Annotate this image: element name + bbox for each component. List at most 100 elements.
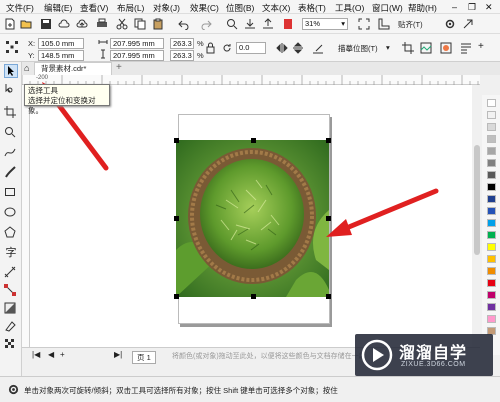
color-swatch[interactable] — [487, 135, 496, 143]
menu-table[interactable]: 表格(T) — [298, 2, 326, 14]
color-swatch[interactable] — [487, 195, 496, 203]
color-swatch[interactable] — [487, 279, 496, 287]
rulers-icon[interactable] — [378, 18, 390, 30]
import-icon[interactable] — [244, 18, 256, 30]
wrap-text-icon[interactable] — [460, 42, 472, 54]
resample-icon[interactable] — [420, 42, 432, 54]
document-tab[interactable]: 背景素材.cdr* — [34, 62, 112, 75]
rotation-angle-field[interactable]: 0.0 — [236, 42, 266, 54]
color-swatch[interactable] — [487, 267, 496, 275]
print-icon[interactable] — [96, 18, 108, 30]
publish-pdf-icon[interactable] — [282, 18, 294, 30]
copy-icon[interactable] — [134, 18, 146, 30]
parallel-dimension-tool[interactable] — [4, 266, 18, 280]
color-swatch[interactable] — [487, 315, 496, 323]
selection-handle-tl[interactable] — [174, 138, 179, 143]
color-swatch[interactable] — [487, 303, 496, 311]
cut-icon[interactable] — [116, 18, 128, 30]
color-swatch[interactable] — [487, 183, 496, 191]
open-icon[interactable] — [20, 18, 32, 30]
save-icon[interactable] — [40, 18, 52, 30]
scale-y-field[interactable]: 263.3 — [170, 50, 194, 61]
x-position-field[interactable]: 105.0 mm — [38, 38, 84, 49]
vertical-scrollbar[interactable] — [472, 85, 482, 347]
color-swatch[interactable] — [487, 231, 496, 239]
menu-text[interactable]: 文本(X) — [262, 2, 290, 14]
menu-window[interactable]: 窗口(W) — [372, 2, 403, 14]
tea-basket-image[interactable] — [176, 140, 329, 297]
restore-icon[interactable]: ❐ — [468, 2, 476, 13]
menu-tools[interactable]: 工具(O) — [335, 2, 364, 14]
first-page-icon[interactable]: |◀ — [32, 350, 40, 359]
close-icon[interactable]: ✕ — [485, 2, 493, 13]
redo-icon[interactable] — [200, 18, 212, 30]
menu-file[interactable]: 文件(F) — [6, 2, 34, 14]
artistic-media-tool[interactable] — [4, 166, 18, 180]
color-swatch[interactable] — [487, 243, 496, 251]
scale-x-field[interactable]: 263.3 — [170, 38, 194, 49]
zoom-tool[interactable] — [4, 126, 18, 140]
menu-layout[interactable]: 布局(L) — [117, 2, 144, 14]
color-swatch[interactable] — [487, 159, 496, 167]
full-screen-icon[interactable] — [358, 18, 370, 30]
text-tool[interactable]: 字 — [4, 246, 18, 260]
color-swatch[interactable] — [487, 291, 496, 299]
y-position-field[interactable]: 148.5 mm — [38, 50, 84, 61]
trace-bitmap-button[interactable]: 描摹位图(T) — [338, 43, 378, 54]
menu-help[interactable]: 帮助(H) — [408, 2, 437, 14]
prev-page-icon[interactable]: ◀ — [48, 350, 54, 359]
zoom-select[interactable]: 31% ▾ — [302, 18, 348, 30]
selection-handle-tr[interactable] — [326, 138, 331, 143]
rectangle-tool[interactable] — [4, 186, 18, 200]
new-icon[interactable] — [4, 18, 16, 30]
mirror-vertical-icon[interactable] — [292, 42, 304, 54]
page-tab[interactable]: 页 1 — [132, 351, 156, 364]
vertical-ruler[interactable] — [22, 85, 30, 347]
new-tab-icon[interactable]: + — [116, 62, 122, 73]
object-origin-icon[interactable] — [6, 41, 18, 53]
settings-icon[interactable] — [444, 18, 456, 30]
crop-bitmap-icon[interactable] — [402, 42, 414, 54]
menu-view[interactable]: 查看(V) — [80, 2, 108, 14]
freehand-tool[interactable] — [4, 146, 18, 160]
selection-handle-tc[interactable] — [251, 138, 256, 143]
polygon-tool[interactable] — [4, 226, 18, 240]
shape-tool[interactable] — [4, 82, 18, 96]
selection-handle-bl[interactable] — [174, 294, 179, 299]
color-swatch[interactable] — [487, 219, 496, 227]
home-icon[interactable]: ⌂ — [24, 63, 29, 73]
connector-tool[interactable] — [4, 284, 18, 298]
width-field[interactable]: 207.995 mm — [110, 38, 164, 49]
menu-bitmap[interactable]: 位图(B) — [226, 2, 254, 14]
ellipse-tool[interactable] — [4, 206, 18, 220]
minimize-icon[interactable]: – — [452, 2, 457, 12]
menu-effect[interactable]: 效果(C) — [190, 2, 219, 14]
cloud-icon[interactable] — [58, 18, 70, 30]
paste-icon[interactable] — [152, 18, 164, 30]
edit-bitmap-icon[interactable] — [312, 42, 324, 54]
color-swatch[interactable] — [487, 99, 496, 107]
scrollbar-thumb[interactable] — [474, 145, 480, 255]
launch-icon[interactable] — [462, 18, 474, 30]
selection-handle-br[interactable] — [326, 294, 331, 299]
snap-to-label[interactable]: 贴齐(T) — [398, 19, 423, 30]
color-swatch[interactable] — [487, 255, 496, 263]
bitmap-color-mask-icon[interactable] — [440, 42, 452, 54]
export-icon[interactable] — [262, 18, 274, 30]
transparency-tool[interactable] — [4, 302, 18, 316]
color-swatch[interactable] — [487, 123, 496, 131]
crop-tool[interactable] — [4, 106, 18, 120]
next-page-icon[interactable]: ▶| — [114, 350, 122, 359]
add-toolbar-icon[interactable]: + — [478, 41, 484, 52]
undo-icon[interactable] — [178, 18, 190, 30]
add-page-icon[interactable]: + — [60, 350, 65, 359]
interactive-fill-tool[interactable] — [4, 320, 18, 334]
smart-fill-tool[interactable] — [4, 338, 18, 352]
color-swatch[interactable] — [487, 171, 496, 179]
height-field[interactable]: 207.995 mm — [110, 50, 164, 61]
search-icon[interactable] — [226, 18, 238, 30]
mirror-horizontal-icon[interactable] — [276, 42, 288, 54]
color-swatch[interactable] — [487, 111, 496, 119]
pick-tool[interactable] — [4, 64, 18, 78]
upload-icon[interactable] — [76, 18, 88, 30]
